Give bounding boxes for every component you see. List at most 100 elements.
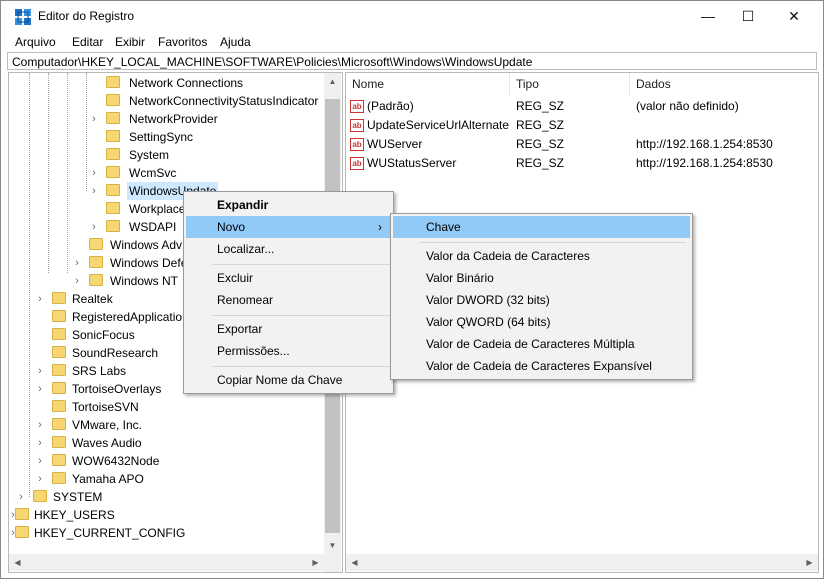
- menu-ajuda[interactable]: Ajuda: [220, 35, 251, 49]
- tree-item-label: HKEY_USERS: [34, 508, 115, 522]
- menu-item-label: Exportar: [217, 322, 263, 336]
- folder-icon: [106, 184, 120, 196]
- menu-item-label: Valor da Cadeia de Caracteres: [426, 249, 590, 263]
- tree-item-label: SRS Labs: [72, 364, 127, 378]
- folder-icon: [52, 310, 66, 322]
- close-icon: ✕: [788, 8, 800, 24]
- expand-arrow-icon[interactable]: ›: [35, 452, 45, 470]
- menu-exibir[interactable]: Exibir: [115, 35, 145, 49]
- expand-arrow-icon[interactable]: ›: [16, 488, 26, 506]
- expand-arrow-icon[interactable]: ›: [89, 110, 99, 128]
- scroll-down-arrow-icon[interactable]: ▼: [324, 537, 341, 554]
- values-horizontal-scrollbar[interactable]: ◀ ▶: [346, 554, 818, 571]
- tree-item-label: Waves Audio: [72, 436, 142, 450]
- value-data: (valor não definido): [636, 99, 739, 113]
- scroll-left-arrow-icon[interactable]: ◀: [9, 554, 26, 571]
- address-bar[interactable]: Computador\HKEY_LOCAL_MACHINE\SOFTWARE\P…: [7, 52, 817, 70]
- title-bar[interactable]: Editor do Registro — ☐ ✕: [1, 1, 823, 32]
- tree-horizontal-scrollbar[interactable]: ◀ ▶: [9, 554, 324, 571]
- menu-item-label: Chave: [426, 220, 461, 234]
- submenu-item-binary-value[interactable]: Valor Binário: [393, 267, 690, 289]
- menu-separator: [212, 264, 390, 265]
- tree-item-label: TortoiseOverlays: [72, 382, 162, 396]
- value-type: REG_SZ: [516, 99, 565, 113]
- expand-arrow-icon[interactable]: ›: [35, 290, 45, 308]
- submenu-item-string-value[interactable]: Valor da Cadeia de Caracteres: [393, 245, 690, 267]
- menu-editar[interactable]: Editar: [72, 35, 103, 49]
- registry-editor-window: Editor do Registro — ☐ ✕ Arquivo Editar …: [0, 0, 824, 579]
- menu-item-excluir[interactable]: Excluir: [186, 267, 391, 289]
- tree-item-label: SoundResearch: [72, 346, 159, 360]
- folder-icon: [52, 364, 66, 376]
- menu-favoritos[interactable]: Favoritos: [158, 35, 207, 49]
- menu-item-label: Expandir: [217, 198, 269, 212]
- column-header-name[interactable]: Nome: [346, 73, 510, 95]
- expand-arrow-icon[interactable]: ›: [72, 272, 82, 290]
- expand-arrow-icon[interactable]: ›: [72, 254, 82, 272]
- folder-icon: [15, 508, 29, 520]
- expand-arrow-icon[interactable]: ›: [89, 218, 99, 236]
- folder-icon: [89, 274, 103, 286]
- tree-item-label: WSDAPI: [129, 220, 177, 234]
- tree-item-label: Windows Defe: [110, 256, 188, 270]
- value-row[interactable]: ab (Padrão): [350, 97, 414, 116]
- menu-item-label: Valor DWORD (32 bits): [426, 293, 550, 307]
- scroll-left-arrow-icon[interactable]: ◀: [346, 554, 363, 571]
- submenu-item-dword-value[interactable]: Valor DWORD (32 bits): [393, 289, 690, 311]
- menu-item-label: Renomear: [217, 293, 274, 307]
- scroll-right-arrow-icon[interactable]: ▶: [801, 554, 818, 571]
- value-name: UpdateServiceUrlAlternate: [367, 118, 510, 132]
- column-header-data[interactable]: Dados: [630, 73, 818, 95]
- value-row[interactable]: ab WUStatusServer: [350, 154, 456, 173]
- value-row[interactable]: ab WUServer: [350, 135, 422, 154]
- menu-item-permissoes[interactable]: Permissões...: [186, 340, 391, 362]
- minimize-icon: —: [701, 8, 715, 24]
- tree-item-label: HKEY_CURRENT_CONFIG: [34, 526, 186, 540]
- folder-icon: [33, 490, 47, 502]
- menu-item-renomear[interactable]: Renomear: [186, 289, 391, 311]
- folder-icon: [52, 382, 66, 394]
- scroll-up-arrow-icon[interactable]: ▲: [324, 73, 341, 90]
- scroll-right-arrow-icon[interactable]: ▶: [307, 554, 324, 571]
- expand-arrow-icon[interactable]: ›: [89, 164, 99, 182]
- tree-guide-line: [86, 73, 87, 191]
- menu-item-label: Copiar Nome da Chave: [217, 373, 343, 387]
- value-name: WUStatusServer: [367, 156, 457, 170]
- expand-arrow-icon[interactable]: ›: [89, 182, 99, 200]
- tree-item-label: System: [129, 148, 170, 162]
- folder-icon: [106, 202, 120, 214]
- submenu-item-qword-value[interactable]: Valor QWORD (64 bits): [393, 311, 690, 333]
- menu-item-copiar-nome-chave[interactable]: Copiar Nome da Chave: [186, 369, 391, 391]
- tree-item-label: Workplace: [129, 202, 186, 216]
- menu-item-expandir[interactable]: Expandir: [186, 194, 391, 216]
- expand-arrow-icon[interactable]: ›: [35, 380, 45, 398]
- menu-separator: [212, 366, 390, 367]
- expand-arrow-icon[interactable]: ›: [35, 362, 45, 380]
- expand-arrow-icon[interactable]: ›: [35, 416, 45, 434]
- expand-arrow-icon[interactable]: ›: [35, 434, 45, 452]
- value-row[interactable]: ab UpdateServiceUrlAlternate: [350, 116, 509, 135]
- folder-icon: [52, 346, 66, 358]
- column-header-type[interactable]: Tipo: [510, 73, 630, 95]
- menu-item-novo[interactable]: Novo ›: [186, 216, 391, 238]
- tree-item-label: NetworkConnectivityStatusIndicator: [129, 94, 319, 108]
- string-value-icon: ab: [350, 138, 364, 152]
- close-button[interactable]: ✕: [771, 1, 817, 32]
- menu-item-localizar[interactable]: Localizar...: [186, 238, 391, 260]
- folder-icon: [89, 256, 103, 268]
- submenu-item-chave[interactable]: Chave: [393, 216, 690, 238]
- value-data: http://192.168.1.254:8530: [636, 137, 773, 151]
- folder-icon: [52, 292, 66, 304]
- submenu-item-multi-string-value[interactable]: Valor de Cadeia de Caracteres Múltipla: [393, 333, 690, 355]
- folder-icon: [52, 328, 66, 340]
- menu-item-label: Valor de Cadeia de Caracteres Múltipla: [426, 337, 635, 351]
- maximize-button[interactable]: ☐: [725, 1, 771, 32]
- expand-arrow-icon[interactable]: ›: [35, 470, 45, 488]
- tree-item-label: VMware, Inc.: [72, 418, 143, 432]
- submenu-item-expandable-string-value[interactable]: Valor de Cadeia de Caracteres Expansível: [393, 355, 690, 377]
- tree-guide-line: [48, 73, 49, 273]
- menu-item-exportar[interactable]: Exportar: [186, 318, 391, 340]
- menu-item-label: Novo: [217, 220, 246, 234]
- tree-item-label: TortoiseSVN: [72, 400, 139, 414]
- menu-arquivo[interactable]: Arquivo: [15, 35, 56, 49]
